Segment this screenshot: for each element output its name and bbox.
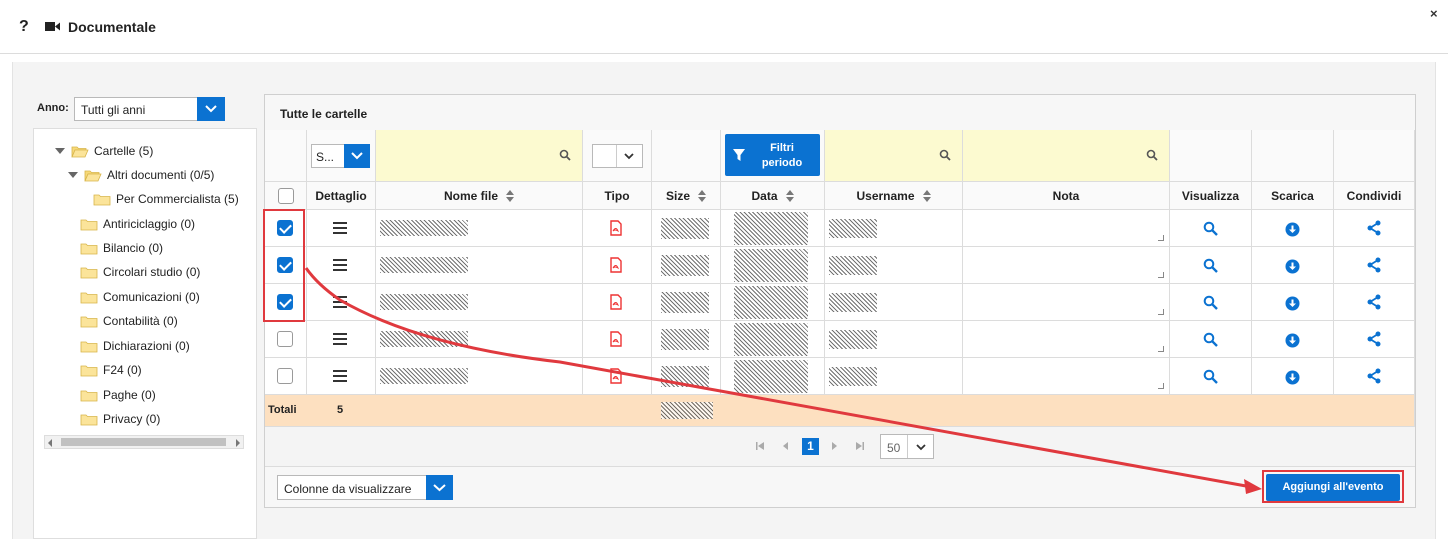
documentale-dialog: ? Documentale × Anno: Tutti gli anni Car… — [0, 0, 1448, 539]
annotation-arrow — [304, 267, 1262, 494]
